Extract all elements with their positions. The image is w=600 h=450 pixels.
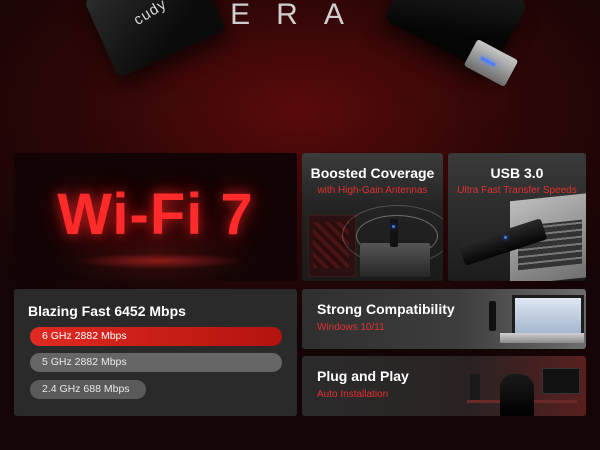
cabinet-image: [360, 243, 430, 277]
desktop-tower-image: [470, 374, 480, 400]
antenna-led-icon: [392, 225, 395, 228]
gaming-chair-image: [500, 374, 534, 416]
coverage-subtitle: with High-Gain Antennas: [317, 185, 428, 196]
device-reflection-left: [96, 90, 206, 130]
antenna-image: [390, 219, 398, 247]
coverage-tile: Boosted Coverage with High-Gain Antennas: [302, 153, 443, 281]
usb-adapter-small-image: [489, 301, 496, 331]
usb-subtitle: Ultra Fast Transfer Speeds: [457, 185, 577, 196]
usb-title: USB 3.0: [490, 165, 544, 181]
plug-and-play-tile: Plug and Play Auto Installation: [302, 356, 586, 416]
hero-banner: cudy ERA: [0, 0, 600, 150]
compatibility-subtitle: Windows 10/11: [317, 322, 385, 333]
wifi7-glow: [74, 253, 244, 269]
device-reflection-right: [400, 90, 510, 130]
compatibility-title: Strong Compatibility: [317, 301, 455, 317]
band-24ghz-pill: 2.4 GHz 688 Mbps: [30, 380, 146, 399]
compatibility-tile: Strong Compatibility Windows 10/11: [302, 289, 586, 349]
usb-tile: USB 3.0 Ultra Fast Transfer Speeds: [448, 153, 586, 281]
plug-title: Plug and Play: [317, 368, 409, 384]
monitor-image: [542, 368, 580, 394]
wifi7-tile: Wi-Fi 7: [14, 153, 297, 281]
plug-subtitle: Auto Installation: [317, 389, 389, 400]
speed-tile: Blazing Fast 6452 Mbps 6 GHz 2882 Mbps 5…: [14, 289, 297, 416]
band-6ghz-pill: 6 GHz 2882 Mbps: [30, 327, 282, 346]
windows-laptop-image: [512, 295, 584, 336]
speed-title: Blazing Fast 6452 Mbps: [28, 303, 186, 319]
coverage-title: Boosted Coverage: [310, 165, 435, 181]
wifi7-label: Wi-Fi 7: [57, 182, 254, 247]
band-5ghz-pill: 5 GHz 2882 Mbps: [30, 353, 282, 372]
usb-led-icon: [504, 236, 507, 239]
laptop-base-image: [500, 333, 584, 343]
